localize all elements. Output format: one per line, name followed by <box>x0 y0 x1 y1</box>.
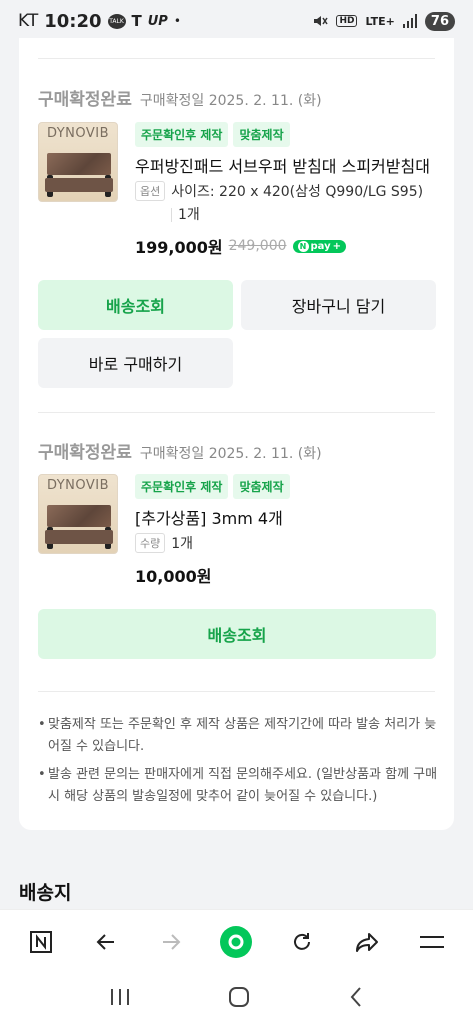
product-tags: 주문확인후 제작 맞춤제작 <box>135 122 290 147</box>
section-title-shipping: 배송지 <box>19 882 72 904</box>
clock: 10:20 <box>44 10 102 32</box>
forward-icon[interactable] <box>151 922 191 962</box>
naver-home-icon[interactable] <box>21 922 61 962</box>
product-tags: 주문확인후 제작 맞춤제작 <box>135 474 290 499</box>
order-header: 구매확정완료 구매확정일 2025. 2. 11. (화) <box>38 438 322 463</box>
order-status: 구매확정완료 <box>38 443 132 463</box>
divider <box>38 412 435 413</box>
quantity: 1개 <box>171 204 200 224</box>
quantity-row: 수량 1개 <box>135 533 193 553</box>
quantity-value: 1개 <box>171 536 194 552</box>
track-delivery-button[interactable]: 배송조회 <box>38 609 436 659</box>
hd-icon: HD <box>336 15 358 27</box>
plus-icon: + <box>332 240 342 252</box>
product-name[interactable]: [추가상품] 3mm 4개 <box>135 505 435 529</box>
green-dot-icon[interactable] <box>216 922 256 962</box>
browser-toolbar <box>0 909 473 973</box>
status-bar: KT 10:20 TALK T UP • HD LTE+ 76 <box>0 0 473 42</box>
tag-custom: 맞춤제작 <box>233 474 290 499</box>
mute-icon <box>314 16 329 26</box>
order-date: 구매확정일 2025. 2. 11. (화) <box>139 446 322 462</box>
order-header: 구매확정완료 구매확정일 2025. 2. 11. (화) <box>38 85 322 110</box>
npay-badge: Npay + <box>292 239 347 253</box>
naver-n-icon: N <box>297 240 309 252</box>
price: 199,000원 <box>135 238 223 257</box>
divider <box>38 58 435 59</box>
share-icon[interactable] <box>347 922 387 962</box>
tag-made-to-order: 주문확인후 제작 <box>135 122 229 147</box>
product-thumbnail[interactable]: DYNOVIB <box>38 474 118 554</box>
brand-logo: DYNOVIB <box>46 478 110 493</box>
option-row: 옵션 사이즈: 220 x 420(삼성 Q990/LG S95) <box>135 181 423 201</box>
notice-list: 맞춤제작 또는 주문확인 후 제작 상품은 제작기간에 따라 발송 처리가 늦어… <box>38 714 438 814</box>
refresh-icon[interactable] <box>282 922 322 962</box>
tag-made-to-order: 주문확인후 제작 <box>135 474 229 499</box>
home-icon[interactable] <box>228 986 250 1012</box>
back-nav-icon[interactable] <box>348 986 364 1012</box>
up-icon: UP <box>147 13 168 29</box>
option-value: 사이즈: 220 x 420(삼성 Q990/LG S95) <box>171 184 424 200</box>
tag-custom: 맞춤제작 <box>233 122 290 147</box>
product-thumbnail[interactable]: DYNOVIB <box>38 122 118 202</box>
quantity-value: 1개 <box>178 207 200 223</box>
price: 10,000원 <box>135 567 212 586</box>
battery-icon: 76 <box>424 11 455 31</box>
product-name[interactable]: 우퍼방진패드 서브우퍼 받침대 스피커받침대 <box>135 153 435 177</box>
original-price: 249,000 <box>228 238 287 254</box>
add-to-cart-button[interactable]: 장바구니 담기 <box>241 280 436 330</box>
price-row: 10,000원 <box>135 563 211 587</box>
buy-now-button[interactable]: 바로 구매하기 <box>38 338 233 388</box>
notice-item: 발송 관련 문의는 판매자에게 직접 문의해주세요. (일반상품과 함께 구매 … <box>38 764 438 808</box>
order-list-card: 구매확정완료 구매확정일 2025. 2. 11. (화) DYNOVIB 주문… <box>19 38 454 830</box>
track-delivery-button[interactable]: 배송조회 <box>38 280 233 330</box>
price-row: 199,000원 249,000 Npay + <box>135 234 347 258</box>
notice-item: 맞춤제작 또는 주문확인 후 제작 상품은 제작기간에 따라 발송 처리가 늦어… <box>38 714 438 758</box>
notification-dot: • <box>173 14 181 28</box>
quantity-label: 수량 <box>135 533 166 553</box>
system-navigation-bar <box>0 973 473 1024</box>
talk-icon: TALK <box>107 13 126 29</box>
option-label: 옵션 <box>135 181 166 201</box>
order-date: 구매확정일 2025. 2. 11. (화) <box>139 93 322 109</box>
recent-apps-icon[interactable] <box>109 987 131 1011</box>
order-status: 구매확정완료 <box>38 90 132 110</box>
tesla-icon: T <box>131 12 142 30</box>
signal-icon <box>402 14 417 28</box>
menu-icon[interactable] <box>412 922 452 962</box>
divider <box>38 691 435 692</box>
carrier: KT <box>18 11 39 31</box>
back-icon[interactable] <box>86 922 126 962</box>
brand-logo: DYNOVIB <box>46 126 110 141</box>
lte-indicator: LTE+ <box>365 14 395 28</box>
